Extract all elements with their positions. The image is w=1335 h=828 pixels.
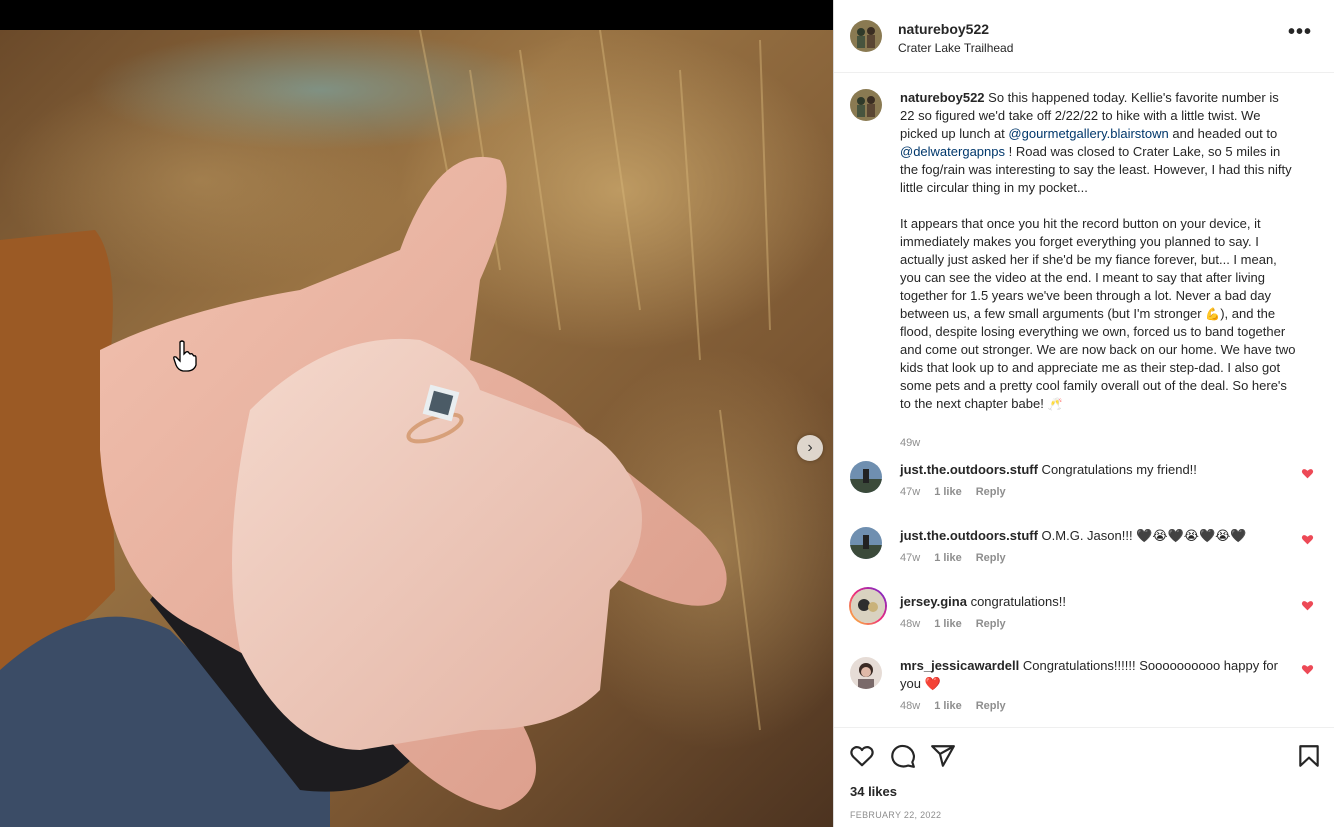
post-side-panel: natureboy522 Crater Lake Trailhead ••• n… xyxy=(833,0,1335,827)
comment-text: mrs_jessicawardell Congratulations!!!!!!… xyxy=(900,657,1280,693)
heart-icon[interactable] xyxy=(1301,467,1314,480)
comment-meta: 47w 1 like Reply xyxy=(900,552,1020,564)
comment-time[interactable]: 48w xyxy=(900,700,920,712)
caption-text-part: and headed out to xyxy=(1168,126,1278,141)
comment-text: just.the.outdoors.stuff O.M.G. Jason!!! … xyxy=(900,527,1280,545)
post-photo[interactable] xyxy=(0,30,833,827)
comment-time[interactable]: 47w xyxy=(900,486,920,498)
post-actions: 34 likes FEBRUARY 22, 2022 xyxy=(834,727,1334,828)
heart-icon[interactable] xyxy=(1301,533,1314,546)
caption-text-part: ), and the flood, despite losing everyth… xyxy=(900,306,1296,411)
comment-username[interactable]: just.the.outdoors.stuff xyxy=(900,462,1038,477)
caption-timestamp[interactable]: 49w xyxy=(900,437,920,449)
post-date[interactable]: FEBRUARY 22, 2022 xyxy=(850,810,941,820)
hand-cursor-icon xyxy=(173,340,197,372)
clinking-glasses-emoji: 🥂 xyxy=(1047,397,1063,411)
commenter-avatar[interactable] xyxy=(849,587,887,625)
comment-likes[interactable]: 1 like xyxy=(934,618,962,630)
reply-button[interactable]: Reply xyxy=(976,486,1006,498)
caption-paragraph-2: It appears that once you hit the record … xyxy=(900,215,1296,413)
comment-body: O.M.G. Jason!!! 🖤😭🖤😭🖤😭🖤 xyxy=(1037,528,1247,543)
commenter-avatar[interactable] xyxy=(850,657,882,689)
reply-button[interactable]: Reply xyxy=(976,618,1006,630)
post-location[interactable]: Crater Lake Trailhead xyxy=(898,41,1013,55)
comment-text: just.the.outdoors.stuff Congratulations … xyxy=(900,461,1280,479)
heart-icon[interactable] xyxy=(1301,663,1314,676)
caption-text: natureboy522 So this happened today. Kel… xyxy=(900,89,1296,413)
comment-likes[interactable]: 1 like xyxy=(934,486,962,498)
author-username[interactable]: natureboy522 xyxy=(898,21,989,37)
comment-body: congratulations!! xyxy=(966,594,1066,609)
mention-link[interactable]: @gourmetgallery.blairstown xyxy=(1008,126,1168,141)
reply-button[interactable]: Reply xyxy=(976,700,1006,712)
comment-time[interactable]: 47w xyxy=(900,552,920,564)
chevron-right-icon: › xyxy=(807,439,813,456)
caption-avatar[interactable] xyxy=(850,89,882,121)
comment-meta: 48w 1 like Reply xyxy=(900,700,1020,712)
mention-link[interactable]: @delwatergapnps xyxy=(900,144,1005,159)
comment-meta: 48w 1 like Reply xyxy=(900,618,1020,630)
caption-paragraph-1: natureboy522 So this happened today. Kel… xyxy=(900,89,1296,197)
bookmark-icon[interactable] xyxy=(1296,743,1322,769)
flexed-arm-emoji: 💪 xyxy=(1205,307,1221,321)
commenter-avatar[interactable] xyxy=(850,527,882,559)
share-icon[interactable] xyxy=(930,743,956,769)
comment-time[interactable]: 48w xyxy=(900,618,920,630)
next-photo-button[interactable]: › xyxy=(797,435,823,461)
post-photo-panel: › xyxy=(0,0,833,827)
comment-likes[interactable]: 1 like xyxy=(934,700,962,712)
reply-button[interactable]: Reply xyxy=(976,552,1006,564)
post-header: natureboy522 Crater Lake Trailhead ••• xyxy=(834,0,1334,73)
heart-icon[interactable] xyxy=(849,743,875,769)
caption-username[interactable]: natureboy522 xyxy=(900,90,985,105)
author-avatar[interactable] xyxy=(850,20,882,52)
more-icon[interactable]: ••• xyxy=(1288,22,1312,42)
comment-username[interactable]: mrs_jessicawardell xyxy=(900,658,1019,673)
comments-scroll-area[interactable]: natureboy522 So this happened today. Kel… xyxy=(834,73,1334,727)
photo-top-strip xyxy=(0,0,833,30)
comment-icon[interactable] xyxy=(890,743,916,769)
comment-username[interactable]: jersey.gina xyxy=(900,594,967,609)
heart-icon[interactable] xyxy=(1301,599,1314,612)
comment-likes[interactable]: 1 like xyxy=(934,552,962,564)
comment-meta: 47w 1 like Reply xyxy=(900,486,1020,498)
likes-count[interactable]: 34 likes xyxy=(850,784,897,799)
comment-body: Congratulations my friend!! xyxy=(1037,462,1197,477)
commenter-avatar[interactable] xyxy=(850,461,882,493)
comment-username[interactable]: just.the.outdoors.stuff xyxy=(900,528,1038,543)
comment-text: jersey.gina congratulations!! xyxy=(900,593,1280,611)
